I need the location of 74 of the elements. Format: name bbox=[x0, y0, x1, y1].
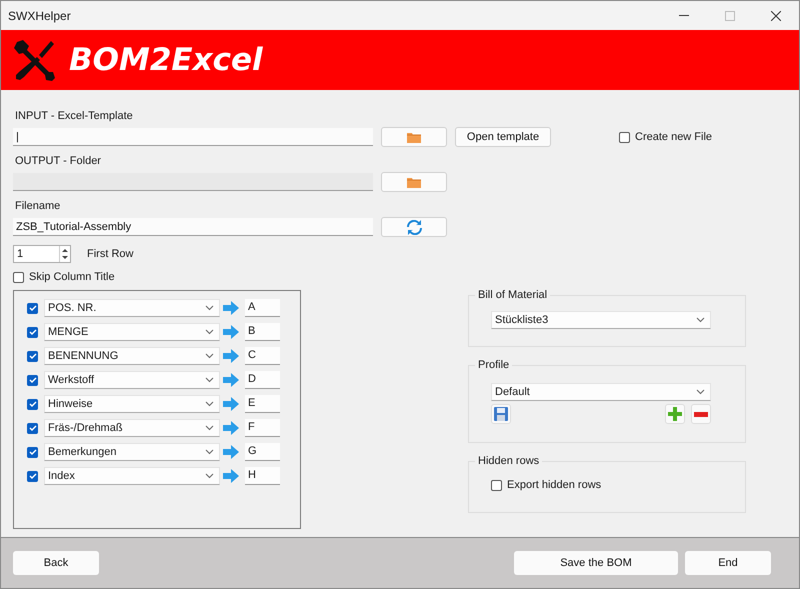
floppy-icon bbox=[494, 407, 508, 421]
profile-dropdown[interactable]: Default bbox=[491, 383, 711, 401]
property-dropdown[interactable]: Werkstoff bbox=[44, 371, 220, 389]
field-label: OUTPUT - Folder bbox=[15, 155, 102, 167]
caret-icon bbox=[205, 449, 214, 455]
folder-icon bbox=[407, 132, 421, 142]
caret-icon bbox=[696, 389, 705, 395]
group-title: Bill of Material bbox=[477, 289, 548, 301]
plus-icon bbox=[668, 407, 682, 421]
minus-icon bbox=[694, 412, 708, 416]
wrench-screwdriver-icon bbox=[13, 38, 55, 82]
column-field[interactable]: C bbox=[245, 347, 280, 365]
app-title: BOM2Excel bbox=[69, 42, 263, 78]
arrow-icon bbox=[223, 301, 239, 315]
property-dropdown[interactable]: Bemerkungen bbox=[44, 443, 220, 461]
group-title: Hidden rows bbox=[477, 455, 540, 467]
export-hidden-checkbox[interactable]: Export hidden rows bbox=[491, 479, 745, 491]
property-dropdown[interactable]: BENENNUNG bbox=[44, 347, 220, 365]
remove-button[interactable] bbox=[691, 404, 711, 424]
arrow-icon bbox=[223, 469, 239, 483]
number-spinner[interactable]: 1 bbox=[13, 245, 71, 263]
window-title: SWXHelper bbox=[8, 8, 72, 22]
folder-icon bbox=[407, 176, 421, 188]
end-button[interactable]: End bbox=[685, 551, 771, 575]
save-bom-button[interactable]: Save the BOM bbox=[514, 551, 678, 575]
field-label: Filename bbox=[15, 200, 62, 212]
caret-icon bbox=[205, 377, 214, 383]
column-field[interactable]: A bbox=[245, 299, 280, 317]
group-title: Profile bbox=[477, 359, 510, 371]
column-field[interactable]: G bbox=[245, 443, 280, 461]
skip-title-checkbox[interactable]: Skip Column Title bbox=[13, 271, 303, 283]
arrow-icon bbox=[223, 397, 239, 411]
input-field[interactable]: | bbox=[13, 128, 373, 146]
checkbox[interactable] bbox=[27, 374, 38, 386]
checkbox[interactable] bbox=[27, 326, 38, 338]
checkbox[interactable] bbox=[27, 446, 38, 458]
filename-field[interactable]: ZSB_Tutorial-Assembly bbox=[13, 218, 373, 236]
add-button[interactable] bbox=[665, 404, 685, 424]
arrow-icon bbox=[223, 421, 239, 435]
arrow-icon bbox=[223, 445, 239, 459]
column-field[interactable]: B bbox=[245, 323, 280, 341]
checkbox[interactable] bbox=[27, 398, 38, 410]
property-dropdown[interactable]: Fräs-/Drehmaß bbox=[44, 419, 220, 437]
first-row-label: First Row bbox=[87, 248, 134, 260]
caret-icon bbox=[205, 473, 214, 479]
column-field[interactable]: H bbox=[245, 467, 280, 485]
open-template-button[interactable]: Open template bbox=[455, 127, 551, 147]
column-field[interactable]: E bbox=[245, 395, 280, 413]
back-button[interactable]: Back bbox=[13, 551, 99, 575]
caret-icon bbox=[205, 329, 214, 335]
arrow-icon bbox=[223, 325, 239, 339]
property-dropdown[interactable]: POS. NR. bbox=[44, 299, 220, 317]
refresh-button[interactable] bbox=[381, 217, 447, 237]
save-button[interactable] bbox=[491, 404, 511, 424]
bom-dropdown[interactable]: Stückliste3 bbox=[491, 311, 711, 329]
column-field[interactable]: D bbox=[245, 371, 280, 389]
arrow-icon bbox=[223, 373, 239, 387]
checkbox[interactable] bbox=[27, 422, 38, 434]
checkbox[interactable] bbox=[27, 302, 38, 314]
caret-icon bbox=[205, 401, 214, 407]
field-label: INPUT - Excel-Template bbox=[15, 110, 134, 122]
property-dropdown[interactable]: Hinweise bbox=[44, 395, 220, 413]
arrow-icon bbox=[223, 349, 239, 363]
column-field[interactable]: F bbox=[245, 419, 280, 437]
caret-icon bbox=[205, 305, 214, 311]
checkbox[interactable] bbox=[27, 350, 38, 362]
caret-icon bbox=[696, 317, 705, 323]
refresh-icon bbox=[406, 220, 422, 234]
property-dropdown[interactable]: MENGE bbox=[44, 323, 220, 341]
property-dropdown[interactable]: Index bbox=[44, 467, 220, 485]
create-file-checkbox[interactable]: Create new File bbox=[619, 131, 712, 143]
checkbox[interactable] bbox=[27, 470, 38, 482]
caret-icon bbox=[205, 353, 214, 359]
caret-icon bbox=[205, 425, 214, 431]
